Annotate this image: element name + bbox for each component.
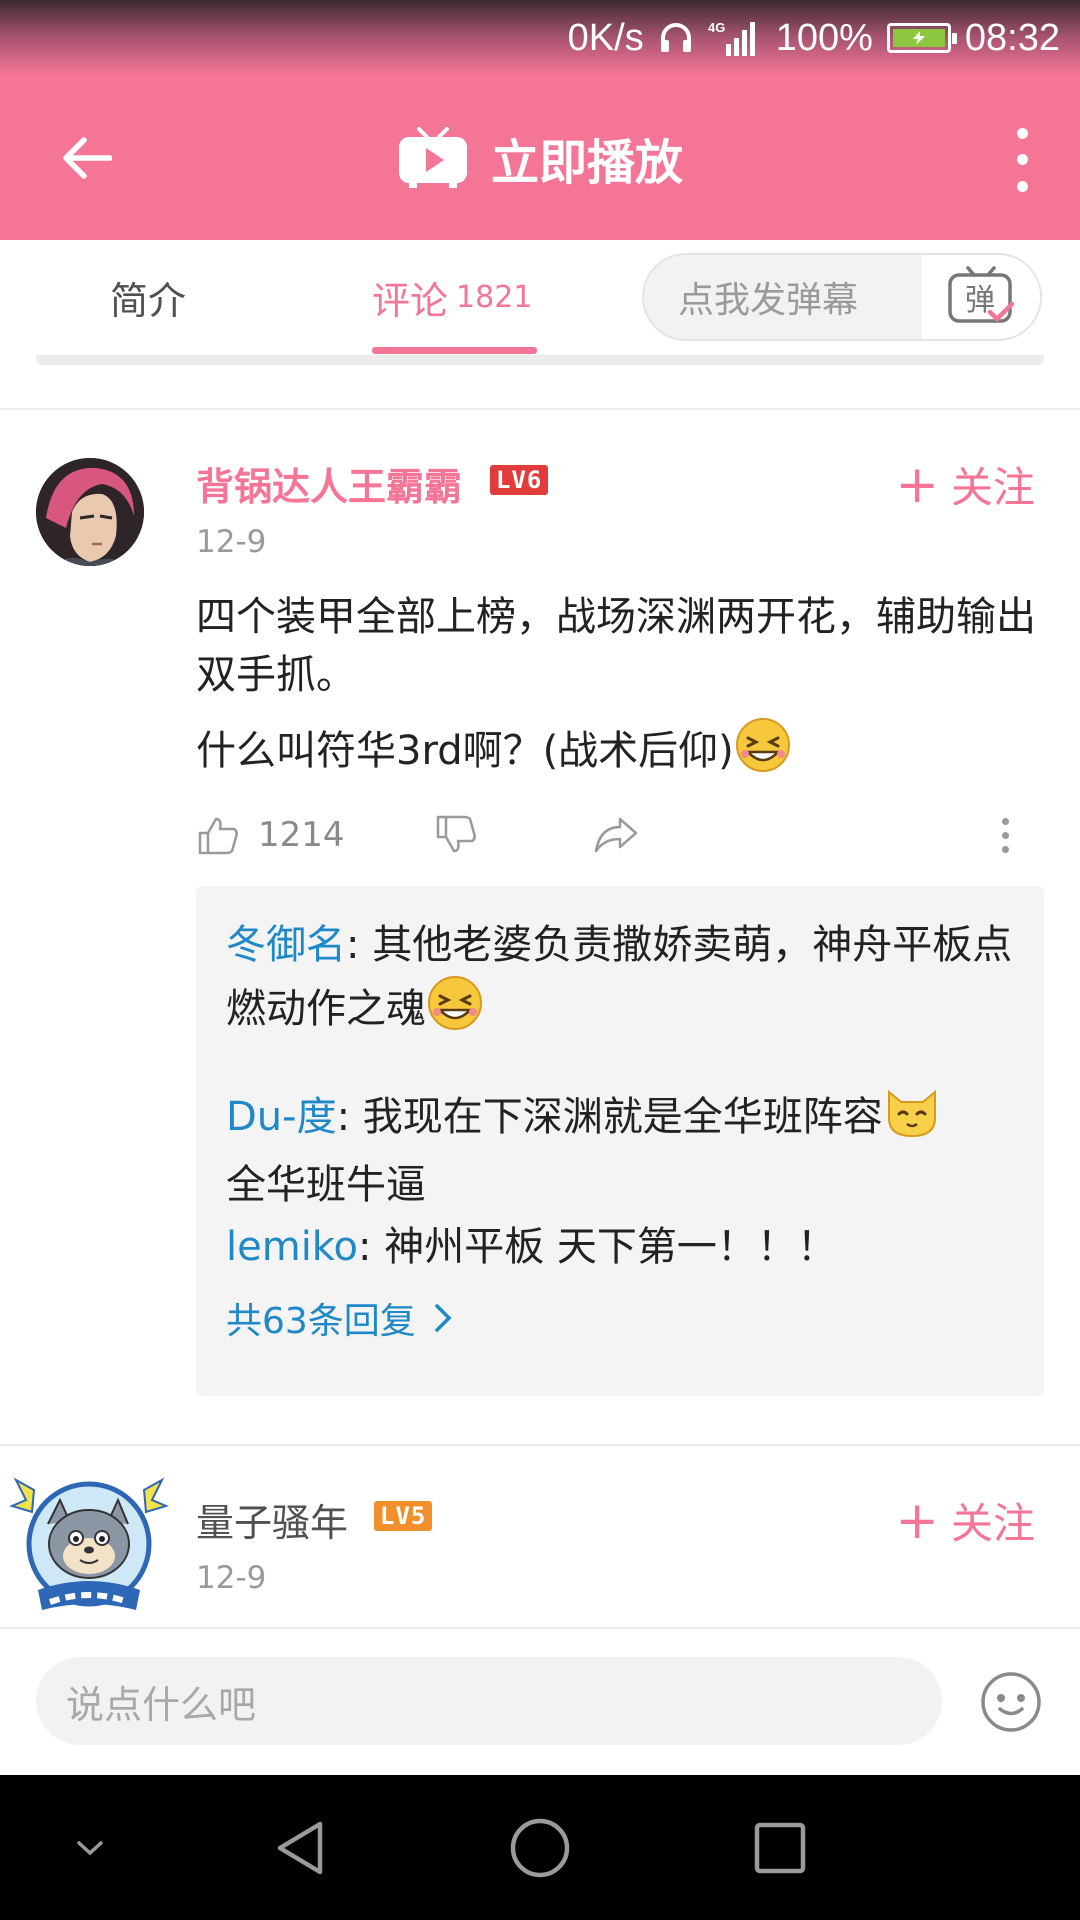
- headphone-icon: [658, 20, 694, 56]
- like-button[interactable]: 1214: [196, 805, 345, 865]
- comments-count: 1821: [456, 280, 533, 315]
- comment-text-line-2: 什么叫符华3rd啊？(战术后仰): [196, 716, 1046, 790]
- comment-date: 12-9: [196, 1560, 267, 1596]
- network-type: 4G: [708, 20, 725, 35]
- reply-item[interactable]: 冬御名: 其他老婆负责撒娇卖萌，神舟平板点燃动作之魂: [226, 916, 1016, 1048]
- signal-icon: 4G: [708, 18, 762, 58]
- toolbar: 立即播放: [0, 75, 1080, 240]
- comment-actions: 1214: [196, 805, 1046, 865]
- nav-recents-button[interactable]: [740, 1775, 820, 1920]
- more-dot-icon: [1016, 154, 1028, 166]
- divider: [0, 1444, 1080, 1446]
- comment-input-bar: 说点什么吧: [0, 1627, 1080, 1775]
- comment-text-line: 什么叫符华3rd啊？(战术后仰): [196, 728, 734, 774]
- cat-emoji-icon: [883, 1082, 941, 1156]
- follow-button[interactable]: + 关注: [895, 1490, 1035, 1551]
- reply-text: : 我现在下深渊就是全华班阵容: [336, 1094, 883, 1140]
- comment-date: 12-9: [196, 524, 267, 560]
- more-dot-icon: [1002, 817, 1009, 825]
- tab-intro[interactable]: 简介: [110, 240, 186, 355]
- danmaku-input[interactable]: 点我发弹幕 弹: [642, 253, 1042, 341]
- chevron-down-icon: [77, 1840, 103, 1855]
- more-dot-icon: [1002, 845, 1009, 853]
- thumbs-up-icon: [198, 817, 238, 855]
- follow-button[interactable]: + 关注: [895, 454, 1035, 515]
- previous-item-edge: [36, 355, 1044, 365]
- avatar-illustration: [9, 1477, 169, 1610]
- reply-username[interactable]: lemiko: [226, 1224, 358, 1270]
- follow-label: 关注: [950, 463, 1035, 512]
- dislike-button[interactable]: [434, 805, 478, 865]
- status-items: 0K/s 4G 100% 08:32: [568, 14, 1060, 62]
- more-dot-icon: [1016, 181, 1028, 193]
- reply-text: 全华班牛逼: [226, 1162, 426, 1208]
- comment-text-line: 四个装甲全部上榜，战场深渊两开花，辅助输出双手抓。: [196, 594, 1036, 698]
- system-nav-bar: [0, 1775, 1080, 1920]
- battery-percent: 100%: [775, 16, 873, 59]
- tab-bar: 简介 评论 1821 点我发弹幕 弹: [0, 240, 1080, 355]
- reply-text: : 神州平板 天下第一！！！: [358, 1224, 837, 1270]
- laughing-emoji-icon: [734, 716, 792, 790]
- comment-username[interactable]: 量子骚年: [196, 1492, 348, 1547]
- tv-play-icon: [398, 126, 467, 188]
- tab-intro-label: 简介: [110, 279, 187, 323]
- reply-count-label: 共63条回复: [226, 1301, 416, 1342]
- plus-icon: +: [895, 1490, 939, 1551]
- more-dot-icon: [1002, 831, 1009, 839]
- avatar-illustration: [36, 458, 144, 566]
- user-level-badge: LV5: [374, 1501, 433, 1531]
- comment-body: 四个装甲全部上榜，战场深渊两开花，辅助输出双手抓。 什么叫符华3rd啊？(战术后…: [196, 588, 1046, 790]
- reply-username[interactable]: Du-度: [226, 1094, 337, 1140]
- comment-input[interactable]: 说点什么吧: [36, 1657, 942, 1745]
- danmaku-send-button[interactable]: 弹: [922, 255, 1040, 339]
- comment-username[interactable]: 背锅达人王霸霸: [196, 456, 462, 511]
- home-circle-icon: [510, 1818, 570, 1877]
- tab-comments-label: 评论: [372, 279, 449, 323]
- recents-square-icon: [754, 1822, 806, 1873]
- nav-back-button[interactable]: [260, 1775, 340, 1920]
- reply-username[interactable]: 冬御名: [226, 922, 346, 968]
- reply-item[interactable]: lemiko: 神州平板 天下第一！！！: [226, 1218, 1016, 1276]
- follow-label: 关注: [950, 1499, 1035, 1548]
- share-button[interactable]: [592, 805, 640, 865]
- status-bar: 0K/s 4G 100% 08:32: [0, 0, 1080, 75]
- page-title: 立即播放: [490, 134, 683, 191]
- share-arrow-icon: [594, 817, 638, 853]
- back-triangle-icon: [277, 1821, 323, 1874]
- clock: 08:32: [964, 16, 1060, 59]
- chevron-right-icon: [435, 1304, 452, 1332]
- user-level-badge: LV6: [490, 465, 549, 495]
- net-speed: 0K/s: [567, 16, 644, 59]
- nav-home-button[interactable]: [500, 1775, 580, 1920]
- reply-item[interactable]: Du-度: 我现在下深渊就是全华班阵容 全华班牛逼: [226, 1082, 1016, 1214]
- laughing-emoji-icon: [426, 974, 484, 1048]
- tab-comments[interactable]: 评论 1821: [372, 240, 532, 355]
- like-count: 1214: [258, 815, 345, 855]
- active-tab-indicator: [372, 347, 537, 354]
- more-dot-icon: [1016, 127, 1028, 139]
- battery-icon: [886, 23, 957, 53]
- thumbs-down-icon: [436, 815, 476, 853]
- more-menu-button[interactable]: [1002, 120, 1042, 200]
- play-now-button[interactable]: 立即播放: [0, 120, 1080, 195]
- hide-keyboard-button[interactable]: [60, 1775, 120, 1920]
- avatar[interactable]: [36, 458, 144, 566]
- comment-input-placeholder: 说点什么吧: [66, 1682, 257, 1727]
- danmaku-placeholder: 点我发弹幕: [678, 280, 859, 321]
- danmaku-tv-icon: 弹: [948, 266, 1015, 323]
- plus-icon: +: [895, 454, 939, 515]
- comment-more-button[interactable]: [1002, 805, 1009, 865]
- view-all-replies-link[interactable]: 共63条回复: [226, 1292, 452, 1344]
- divider: [0, 408, 1080, 410]
- emoji-button[interactable]: [980, 1671, 1042, 1733]
- replies-box: 冬御名: 其他老婆负责撒娇卖萌，神舟平板点燃动作之魂 Du-度: 我现在下深渊就…: [196, 886, 1044, 1396]
- avatar[interactable]: [8, 1460, 170, 1622]
- smiley-icon: [981, 1672, 1041, 1732]
